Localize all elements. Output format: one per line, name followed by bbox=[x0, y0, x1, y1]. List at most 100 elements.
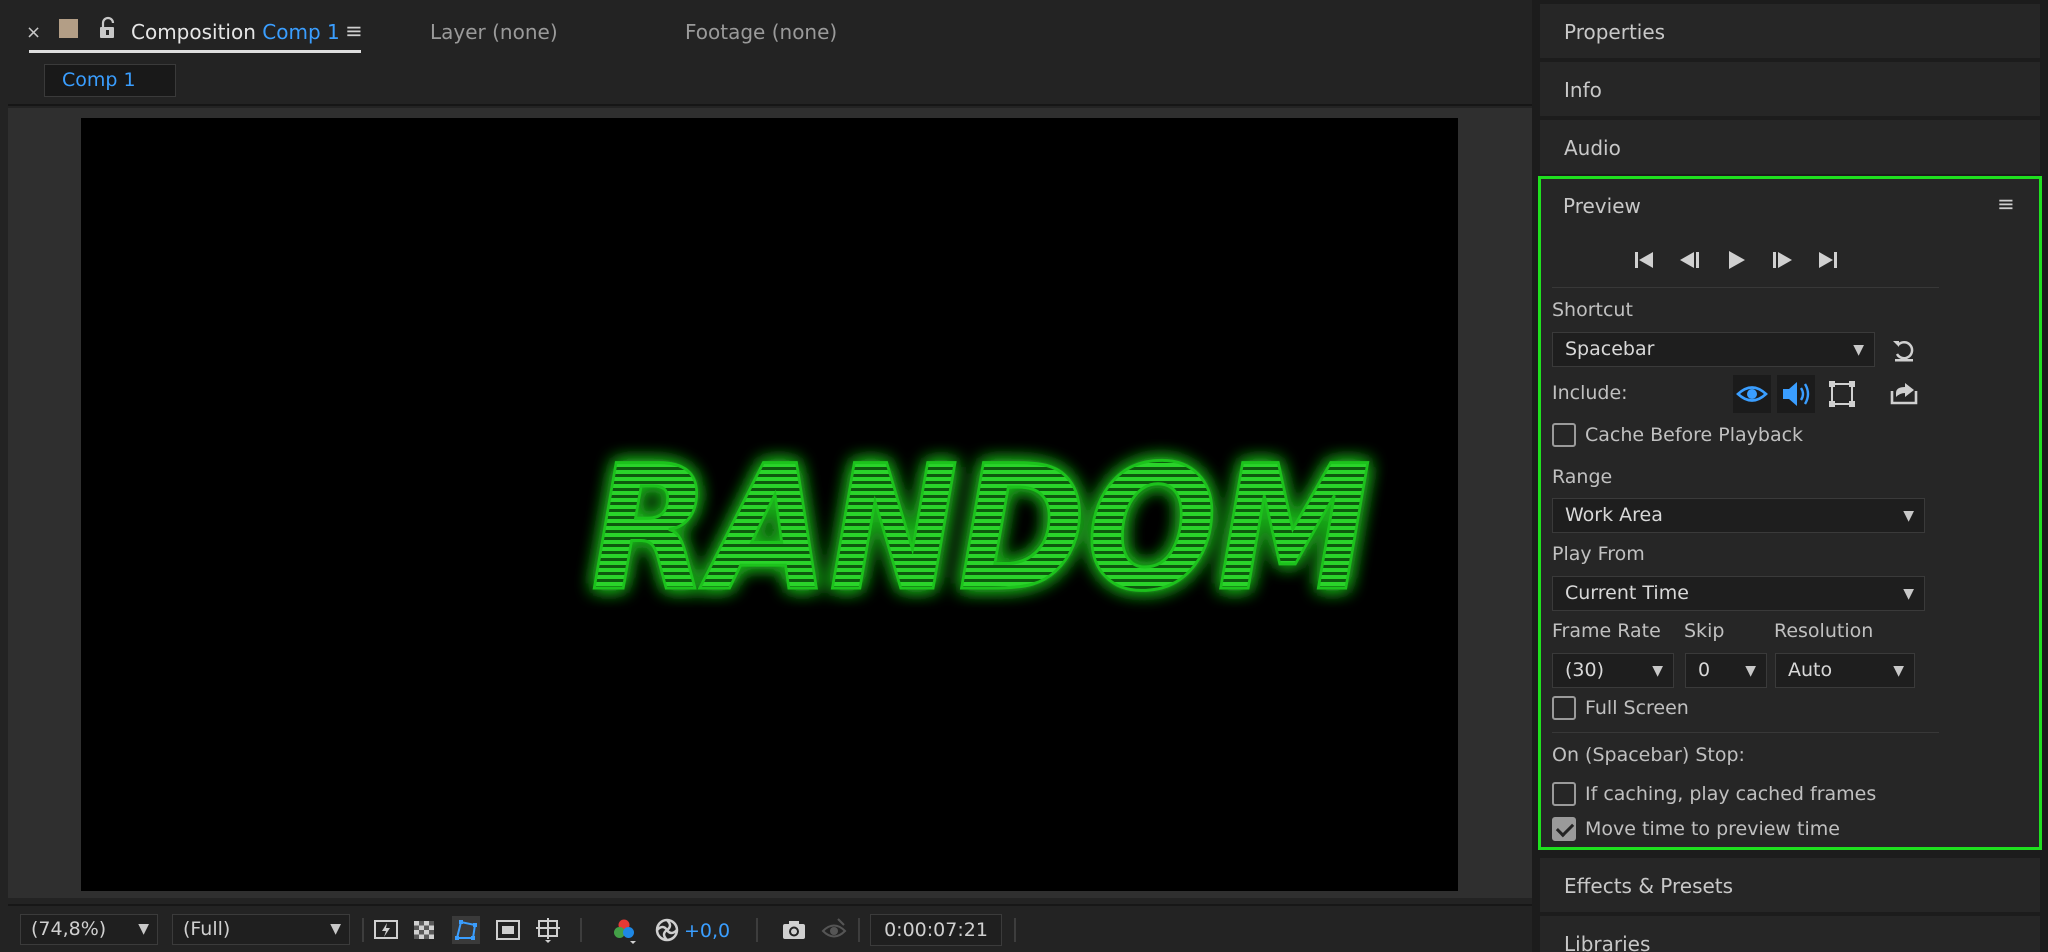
range-value: Work Area bbox=[1565, 504, 1663, 526]
previous-frame-icon[interactable] bbox=[1675, 245, 1705, 275]
frame-rate-dropdown[interactable]: (30) ▼ bbox=[1552, 653, 1674, 688]
comp-1-tab[interactable]: Comp 1 bbox=[44, 64, 176, 97]
footage-panel-tab[interactable]: Footage (none) bbox=[685, 20, 837, 44]
libraries-panel-header[interactable]: Libraries bbox=[1540, 916, 2040, 952]
shortcut-label: Shortcut bbox=[1552, 299, 1633, 321]
audio-panel-title: Audio bbox=[1564, 136, 1621, 160]
grid-guides-icon[interactable] bbox=[534, 916, 562, 944]
show-snapshot-icon[interactable] bbox=[820, 916, 848, 944]
last-frame-icon[interactable] bbox=[1813, 245, 1843, 275]
magnification-value: (74,8%) bbox=[31, 918, 107, 940]
viewer-footer-toolbar: (74,8%) ▼ (Full) ▼ +0,0 0:00:07:21 bbox=[8, 904, 1532, 952]
full-screen-label: Full Screen bbox=[1585, 697, 1689, 719]
divider bbox=[1552, 287, 1939, 288]
properties-panel-title: Properties bbox=[1564, 20, 1666, 44]
panel-menu-icon[interactable]: ≡ bbox=[345, 19, 363, 43]
cache-before-playback-label: Cache Before Playback bbox=[1585, 424, 1804, 446]
info-panel-header[interactable]: Info bbox=[1540, 62, 2040, 116]
snapshot-icon[interactable] bbox=[780, 916, 808, 944]
toolbar-divider bbox=[756, 918, 758, 942]
fast-preview-icon[interactable] bbox=[372, 916, 400, 944]
if-caching-row[interactable]: If caching, play cached frames bbox=[1552, 781, 1876, 807]
effects-presets-panel-header[interactable]: Effects & Presets bbox=[1540, 858, 2040, 912]
label-color-swatch[interactable] bbox=[59, 19, 78, 38]
move-time-label: Move time to preview time bbox=[1585, 818, 1840, 840]
skip-dropdown[interactable]: 0 ▼ bbox=[1685, 653, 1767, 688]
shortcut-dropdown[interactable]: Spacebar ▼ bbox=[1552, 332, 1875, 367]
chevron-down-icon: ▼ bbox=[1903, 586, 1914, 602]
color-channels-icon[interactable] bbox=[610, 916, 638, 944]
skip-value: 0 bbox=[1698, 659, 1711, 681]
toolbar-divider bbox=[1014, 918, 1016, 942]
include-overlays-icon[interactable] bbox=[1823, 375, 1861, 413]
include-audio-icon[interactable] bbox=[1777, 375, 1815, 413]
lock-icon[interactable] bbox=[96, 16, 120, 40]
play-from-value: Current Time bbox=[1565, 582, 1689, 604]
preview-panel-title: Preview bbox=[1563, 194, 1641, 218]
libraries-panel-title: Libraries bbox=[1564, 932, 1651, 952]
output-icon[interactable] bbox=[1885, 375, 1923, 413]
magnification-dropdown[interactable]: (74,8%) ▼ bbox=[20, 914, 158, 945]
preview-resolution-dropdown[interactable]: Auto ▼ bbox=[1775, 653, 1915, 688]
range-dropdown[interactable]: Work Area ▼ bbox=[1552, 498, 1925, 533]
move-time-checkbox[interactable] bbox=[1552, 817, 1576, 841]
resolution-dropdown[interactable]: (Full) ▼ bbox=[172, 914, 350, 945]
toolbar-divider bbox=[362, 918, 364, 942]
composition-navigator-bar: Comp 1 bbox=[8, 56, 1532, 106]
chevron-down-icon: ▼ bbox=[330, 921, 341, 937]
toolbar-divider bbox=[580, 918, 582, 942]
toolbar-divider bbox=[858, 918, 860, 942]
if-caching-label: If caching, play cached frames bbox=[1585, 783, 1877, 805]
composition-panel: × Composition Comp 1 ≡ Layer (none) Foot… bbox=[8, 4, 1532, 952]
close-panel-icon[interactable]: × bbox=[26, 22, 41, 43]
exposure-value[interactable]: +0,0 bbox=[684, 920, 730, 942]
full-screen-row[interactable]: Full Screen bbox=[1552, 695, 1689, 721]
range-label: Range bbox=[1552, 466, 1613, 488]
skip-label: Skip bbox=[1684, 620, 1725, 642]
first-frame-icon[interactable] bbox=[1629, 245, 1659, 275]
frame-rate-value: (30) bbox=[1565, 659, 1605, 681]
include-video-icon[interactable] bbox=[1733, 375, 1771, 413]
mask-path-icon[interactable] bbox=[452, 916, 480, 944]
play-from-dropdown[interactable]: Current Time ▼ bbox=[1552, 576, 1925, 611]
play-from-label: Play From bbox=[1552, 543, 1645, 565]
transparency-grid-icon[interactable] bbox=[410, 916, 438, 944]
reset-exposure-icon[interactable] bbox=[653, 916, 681, 944]
if-caching-checkbox[interactable] bbox=[1552, 782, 1576, 806]
resolution-value: (Full) bbox=[183, 918, 231, 940]
include-label: Include: bbox=[1552, 382, 1628, 404]
cache-before-playback-checkbox[interactable] bbox=[1552, 423, 1576, 447]
reset-shortcut-icon[interactable] bbox=[1889, 335, 1919, 365]
next-frame-icon[interactable] bbox=[1767, 245, 1797, 275]
properties-panel-header[interactable]: Properties bbox=[1540, 4, 2040, 58]
audio-panel-header[interactable]: Audio bbox=[1540, 120, 2040, 174]
chevron-down-icon: ▼ bbox=[1853, 342, 1864, 358]
frame-rate-label: Frame Rate bbox=[1552, 620, 1661, 642]
info-panel-title: Info bbox=[1564, 78, 1602, 102]
region-of-interest-icon[interactable] bbox=[494, 916, 522, 944]
layer-panel-tab[interactable]: Layer (none) bbox=[430, 20, 558, 44]
preview-panel: Preview ≡ Shortcut Spacebar ▼ Include: C… bbox=[1538, 176, 2042, 850]
chevron-down-icon: ▼ bbox=[1745, 663, 1756, 679]
composition-tab-title[interactable]: Composition Comp 1 bbox=[131, 20, 340, 44]
chevron-down-icon: ▼ bbox=[1893, 663, 1904, 679]
chevron-down-icon: ▼ bbox=[1903, 508, 1914, 524]
cache-before-playback-row[interactable]: Cache Before Playback bbox=[1552, 422, 1803, 448]
random-text-glyphs: RANDOM bbox=[591, 428, 1371, 618]
effects-presets-panel-title: Effects & Presets bbox=[1564, 874, 1734, 898]
resolution-label: Resolution bbox=[1774, 620, 1874, 642]
composition-canvas[interactable]: RANDOM bbox=[81, 118, 1458, 891]
composition-panel-header: × Composition Comp 1 ≡ Layer (none) Foot… bbox=[8, 4, 1532, 54]
on-stop-label: On (Spacebar) Stop: bbox=[1552, 744, 1745, 766]
current-time-display[interactable]: 0:00:07:21 bbox=[870, 914, 1002, 946]
chevron-down-icon: ▼ bbox=[1652, 663, 1663, 679]
random-title-text: RANDOM bbox=[590, 428, 1373, 618]
divider bbox=[1552, 732, 1939, 733]
active-tab-indicator bbox=[29, 50, 361, 53]
full-screen-checkbox[interactable] bbox=[1552, 696, 1576, 720]
panel-menu-icon[interactable]: ≡ bbox=[1997, 192, 2015, 216]
shortcut-value: Spacebar bbox=[1565, 338, 1655, 360]
preview-resolution-value: Auto bbox=[1788, 659, 1833, 681]
move-time-row[interactable]: Move time to preview time bbox=[1552, 816, 1840, 842]
play-icon[interactable] bbox=[1721, 245, 1751, 275]
